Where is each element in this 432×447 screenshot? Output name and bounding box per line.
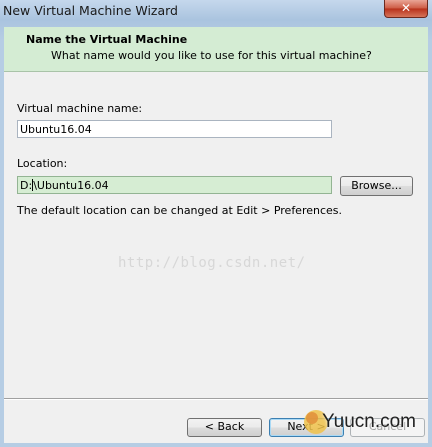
location-value-prefix: D:	[20, 179, 33, 192]
wizard-body: Name the Virtual Machine What name would…	[4, 27, 428, 443]
window-title: New Virtual Machine Wizard	[3, 3, 178, 18]
yuucn-logo: Yuucn.com	[302, 405, 428, 443]
page-subtitle: What name would you like to use for this…	[51, 49, 372, 62]
footer-divider	[4, 398, 428, 400]
yuucn-logo-text: Yuucn.com	[322, 411, 416, 432]
wizard-window: New Virtual Machine Wizard ✕ Name the Vi…	[0, 0, 432, 447]
default-location-hint: The default location can be changed at E…	[17, 204, 343, 217]
watermark-text: http://blog.csdn.net/	[118, 255, 306, 271]
close-button[interactable]: ✕	[384, 0, 428, 18]
location-value-suffix: \Ubuntu16.04	[33, 179, 109, 192]
back-button[interactable]: < Back	[187, 418, 262, 437]
location-input[interactable]: D:\Ubuntu16.04	[17, 176, 332, 194]
title-bar[interactable]: New Virtual Machine Wizard ✕	[0, 0, 432, 22]
vm-name-input[interactable]: Ubuntu16.04	[17, 120, 332, 138]
browse-button[interactable]: Browse...	[340, 176, 413, 196]
vm-name-label: Virtual machine name:	[17, 102, 143, 115]
location-label: Location:	[17, 157, 68, 170]
close-icon: ✕	[400, 1, 412, 15]
page-title: Name the Virtual Machine	[26, 33, 188, 46]
wizard-header: Name the Virtual Machine What name would…	[4, 27, 428, 72]
